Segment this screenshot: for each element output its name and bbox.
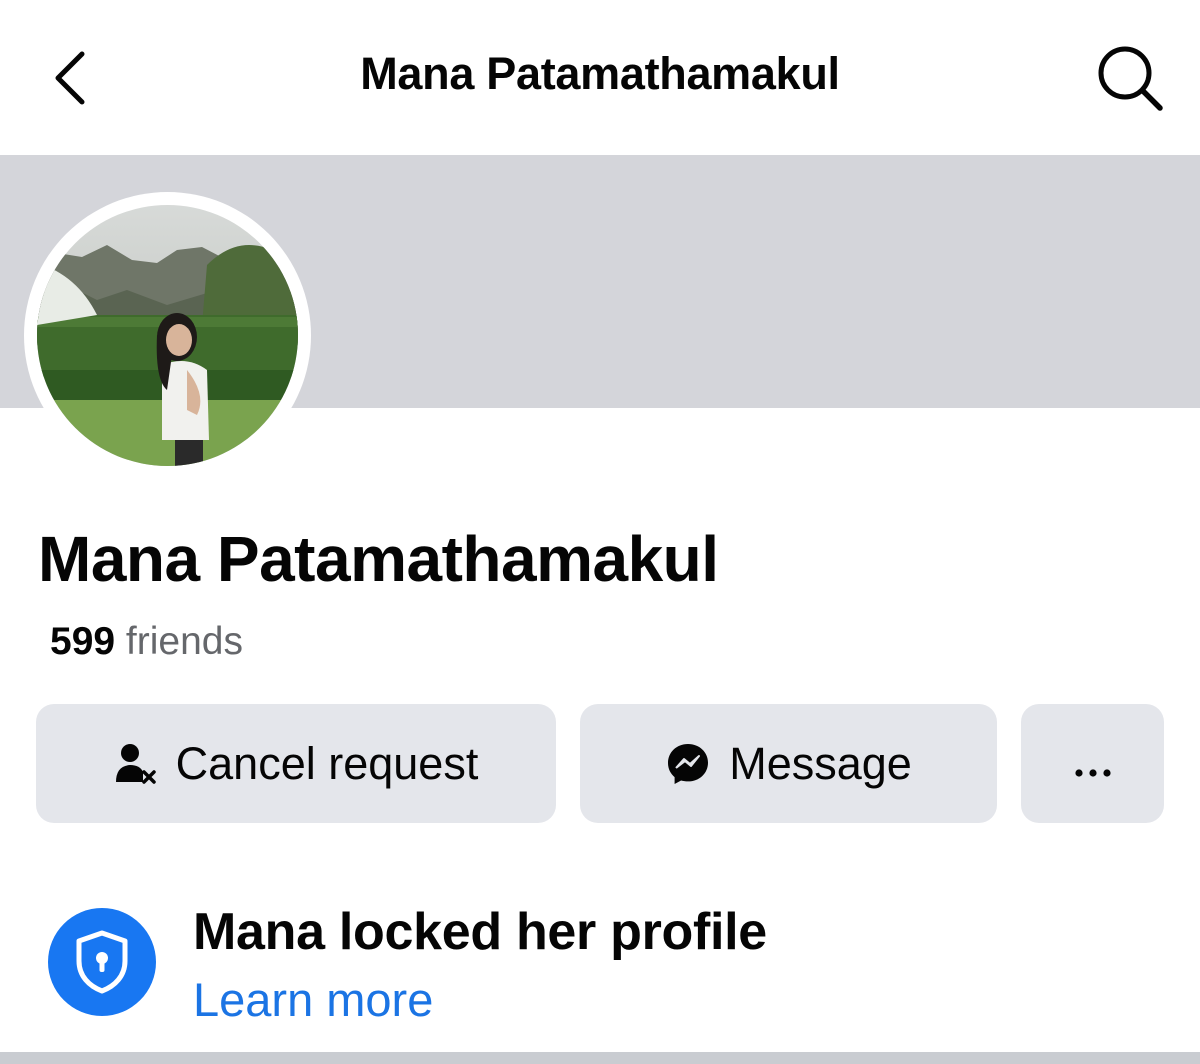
search-button[interactable] (1085, 40, 1175, 120)
profile-name: Mana Patamathamakul (38, 523, 719, 595)
learn-more-link[interactable]: Learn more (193, 972, 433, 1027)
message-label: Message (729, 737, 912, 789)
search-icon (1094, 42, 1166, 119)
section-divider (0, 1052, 1200, 1064)
avatar[interactable] (37, 205, 298, 466)
cancel-request-label: Cancel request (175, 737, 479, 789)
messenger-icon (665, 741, 711, 787)
cancel-request-button[interactable]: Cancel request (36, 704, 556, 823)
top-navigation-bar: Mana Patamathamakul (0, 0, 1200, 155)
shield-lock-icon (48, 908, 156, 1016)
message-button[interactable]: Message (580, 704, 997, 823)
more-options-button[interactable] (1021, 704, 1164, 823)
friends-count-number: 599 (50, 620, 116, 663)
more-dots-icon (1073, 738, 1113, 790)
person-cancel-icon (114, 742, 158, 786)
page-title: Mana Patamathamakul (360, 48, 840, 99)
friends-count-label: friends (125, 620, 243, 663)
locked-profile-title: Mana locked her profile (193, 903, 767, 961)
chevron-left-icon (50, 48, 90, 113)
friends-count[interactable]: 599 friends (50, 620, 243, 664)
back-button[interactable] (40, 40, 100, 120)
locked-profile-notice: Mana locked her profile Learn more (0, 880, 1200, 1030)
